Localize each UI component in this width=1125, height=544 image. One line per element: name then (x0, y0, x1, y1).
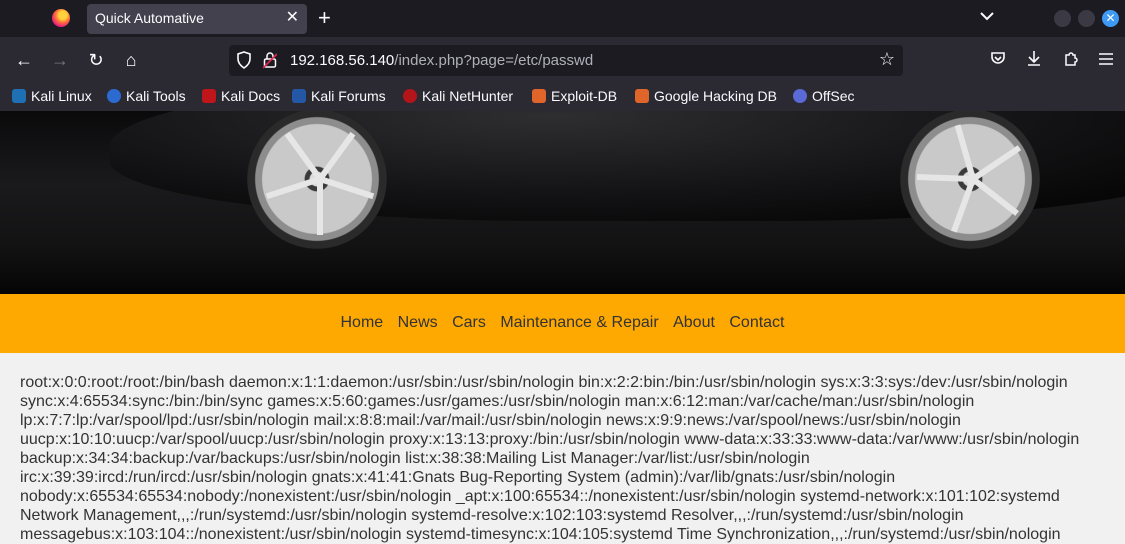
new-tab-button[interactable]: + (318, 6, 331, 30)
kali-docs-icon (202, 89, 216, 103)
kali-forums-icon (292, 89, 306, 103)
bookmark-label: Exploit-DB (551, 88, 618, 104)
bookmark-kali-docs[interactable]: Kali Docs (202, 88, 280, 104)
bookmark-star-icon[interactable]: ☆ (879, 49, 895, 70)
bookmark-kali-nethunter[interactable]: Kali NetHunter (403, 88, 513, 104)
tracking-protection-icon[interactable] (237, 51, 251, 69)
navigation-toolbar: ← → ↻ ⌂ 192.168.56.140/index.php?page=/e… (0, 37, 1125, 82)
bookmark-label: Kali Forums (311, 88, 386, 104)
app-menu-icon[interactable] (1094, 48, 1118, 72)
bookmark-label: OffSec (812, 88, 855, 104)
firefox-logo-icon[interactable] (52, 9, 70, 27)
menu-item-contact[interactable]: Contact (729, 314, 784, 332)
reload-icon[interactable]: ↻ (84, 48, 108, 72)
forward-icon[interactable]: → (48, 48, 72, 72)
menu-item-news[interactable]: News (398, 314, 438, 332)
menu-item-cars[interactable]: Cars (452, 314, 486, 332)
car-wheel-front (247, 111, 387, 249)
site-menu: Home News Cars Maintenance & Repair Abou… (0, 294, 1125, 353)
url-bar[interactable]: 192.168.56.140/index.php?page=/etc/passw… (229, 45, 903, 76)
kali-nethunter-icon (403, 89, 417, 103)
hero-car-image (0, 111, 1125, 294)
menu-item-home[interactable]: Home (340, 314, 383, 332)
bookmark-label: Kali Linux (31, 88, 92, 104)
bookmark-exploit-db[interactable]: Exploit-DB (532, 88, 617, 104)
bookmark-google-hacking-db[interactable]: Google Hacking DB (635, 88, 777, 104)
url-host: 192.168.56.140 (290, 52, 395, 69)
google-hacking-db-icon (635, 89, 649, 103)
bookmark-label: Kali NetHunter (422, 88, 514, 104)
bookmarks-toolbar: Kali Linux Kali Tools Kali Docs Kali For… (0, 82, 1125, 111)
bookmark-kali-tools[interactable]: Kali Tools (107, 88, 186, 104)
menu-item-about[interactable]: About (673, 314, 715, 332)
bookmark-label: Kali Docs (221, 88, 281, 104)
bookmark-label: Kali Tools (126, 88, 186, 104)
url-path: /index.php?page=/etc/passwd (394, 52, 594, 69)
page-viewport: Home News Cars Maintenance & Repair Abou… (0, 111, 1125, 544)
tab-title: Quick Automative (95, 10, 204, 26)
minimize-window-button[interactable] (1054, 10, 1071, 27)
included-file-content: root:x:0:0:root:/root:/bin/bash daemon:x… (20, 374, 1080, 543)
menu-item-maintenance-repair[interactable]: Maintenance & Repair (500, 314, 658, 332)
tab-close-icon[interactable]: ✕ (286, 8, 299, 28)
close-window-button[interactable]: ✕ (1102, 10, 1119, 27)
tab-active[interactable]: Quick Automative ✕ (87, 4, 307, 34)
url-text[interactable]: 192.168.56.140/index.php?page=/etc/passw… (290, 52, 593, 69)
extensions-icon[interactable] (1059, 48, 1083, 72)
tab-strip: Quick Automative ✕ + ✕ (0, 0, 1125, 37)
bookmark-label: Google Hacking DB (654, 88, 777, 104)
offsec-icon (793, 89, 807, 103)
bookmark-offsec[interactable]: OffSec (793, 88, 855, 104)
insecure-lock-icon[interactable] (262, 51, 278, 69)
list-all-tabs-icon[interactable] (980, 8, 994, 24)
downloads-icon[interactable] (1022, 48, 1046, 72)
maximize-window-button[interactable] (1078, 10, 1095, 27)
kali-tools-icon (107, 89, 121, 103)
exploit-db-icon (532, 89, 546, 103)
car-wheel-rear (900, 111, 1040, 249)
home-icon[interactable]: ⌂ (119, 48, 143, 72)
bookmark-kali-forums[interactable]: Kali Forums (292, 88, 386, 104)
pocket-icon[interactable] (986, 48, 1010, 72)
bookmark-kali-linux[interactable]: Kali Linux (12, 88, 92, 104)
kali-linux-icon (12, 89, 26, 103)
back-icon[interactable]: ← (12, 48, 36, 72)
